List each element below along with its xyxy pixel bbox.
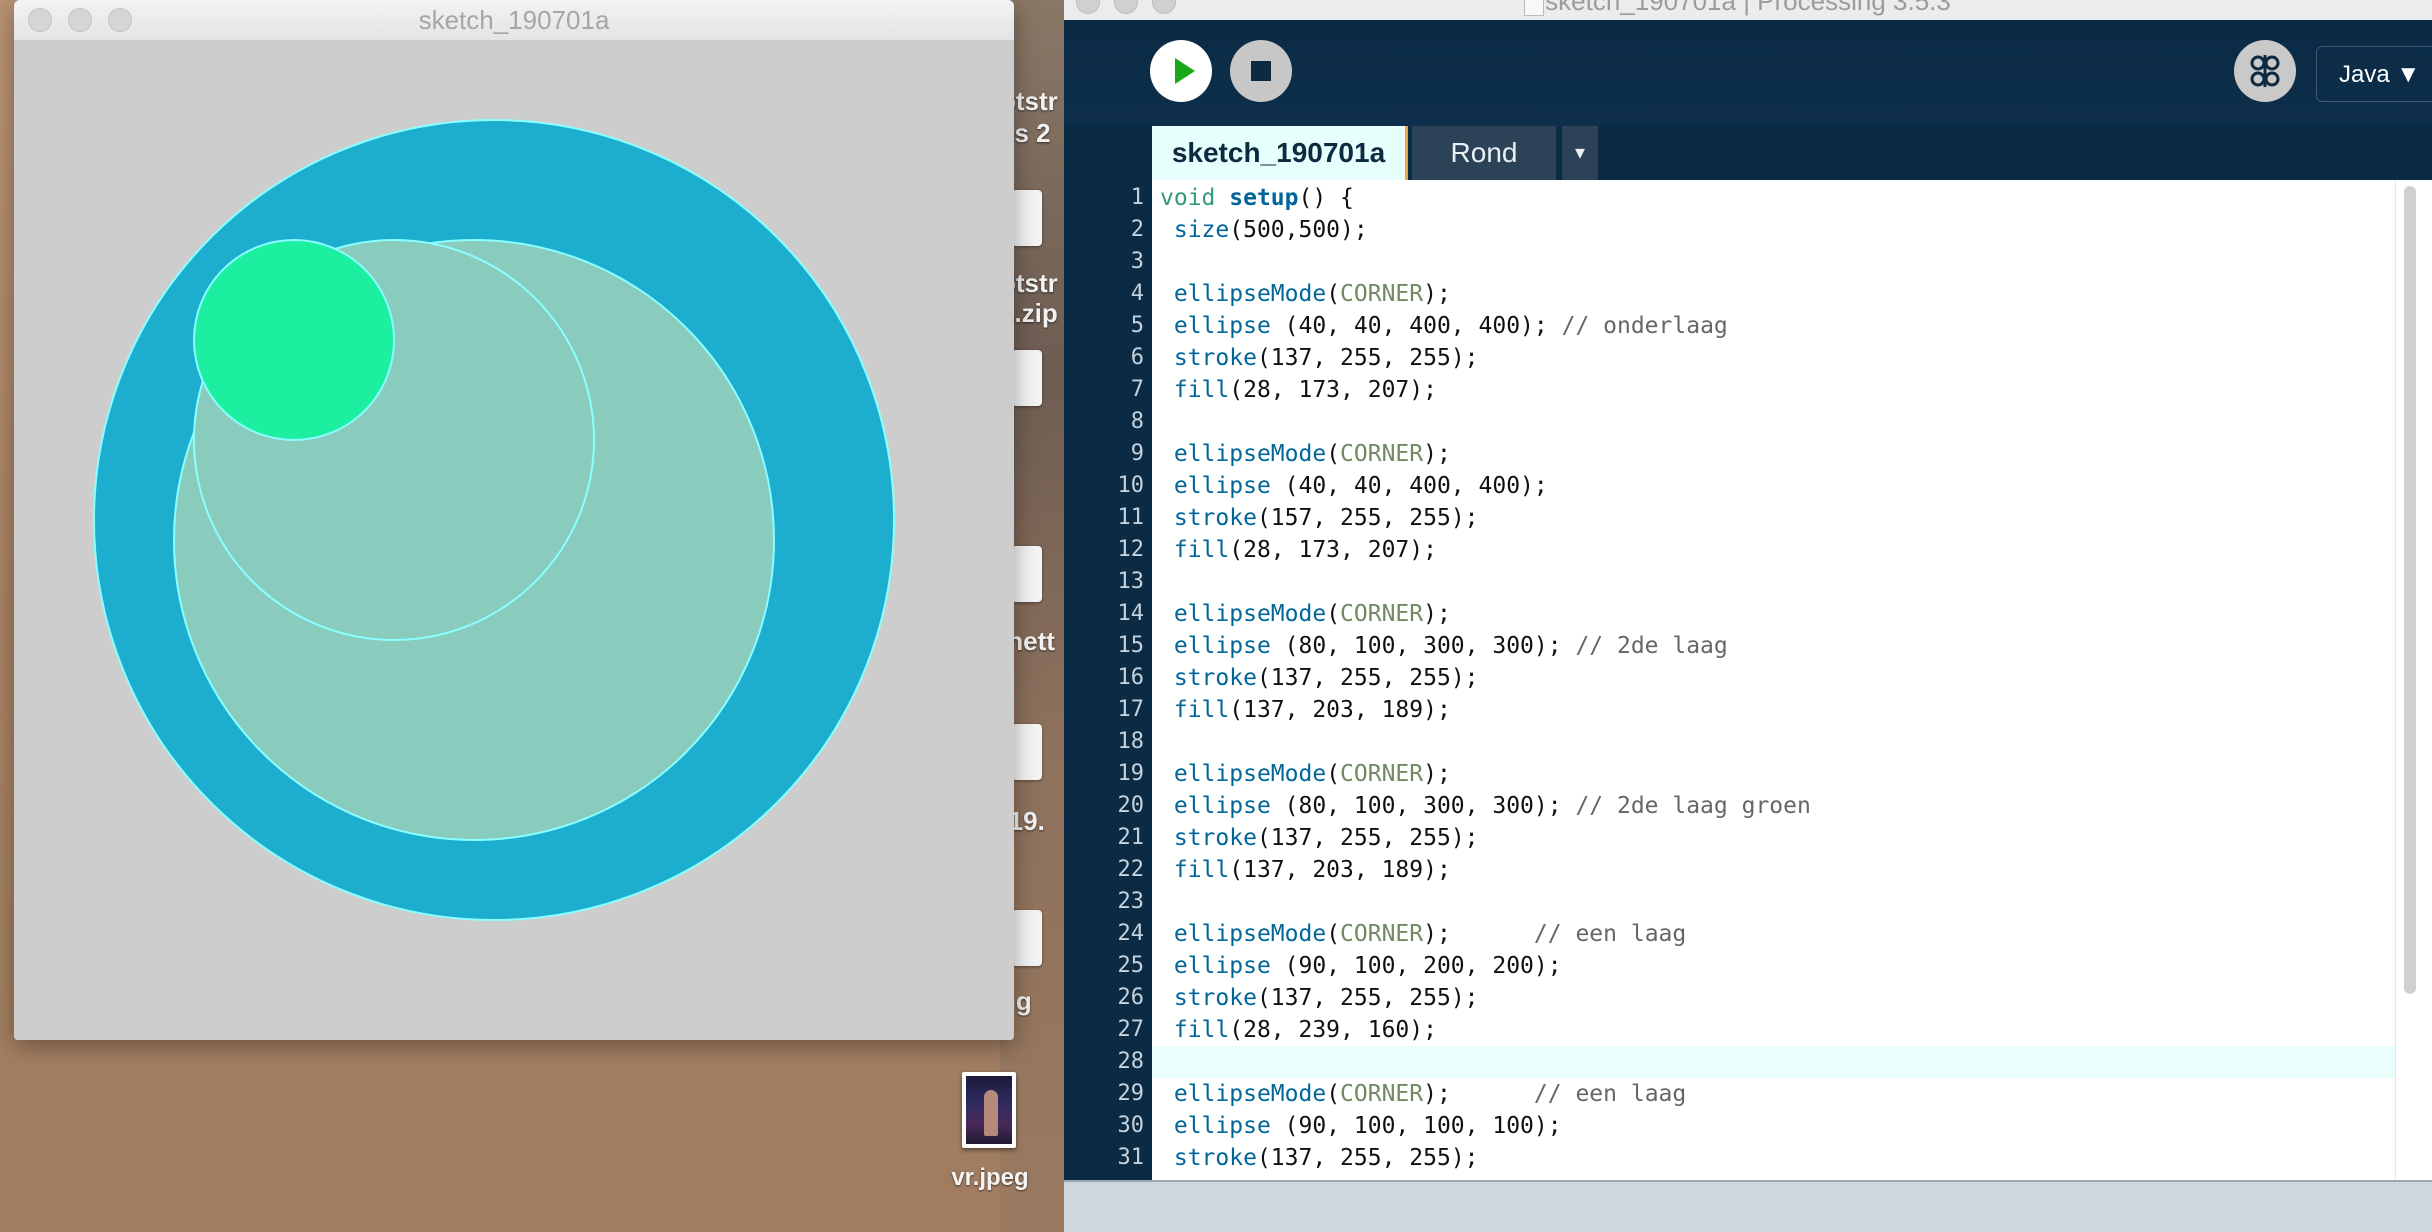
line-number: 1: [1130, 185, 1144, 210]
editor-window-title: sketch_190701a | Processing 3.5.3: [1545, 0, 1951, 16]
code-line[interactable]: ellipseMode(CORNER);: [1160, 598, 1451, 630]
tab-sketch-190701a[interactable]: sketch_190701a: [1152, 126, 1408, 180]
code-line[interactable]: ellipseMode(CORNER);: [1160, 278, 1451, 310]
tab-rond[interactable]: Rond: [1412, 126, 1556, 180]
line-number: 4: [1130, 281, 1144, 306]
line-number: 31: [1117, 1145, 1145, 1170]
editor-toolbar: Java ▼: [1064, 20, 2432, 126]
editor-title-bar[interactable]: sketch_190701a | Processing 3.5.3: [1064, 0, 2432, 20]
code-line[interactable]: fill(137, 203, 189);: [1160, 694, 1451, 726]
line-number: 11: [1117, 505, 1145, 530]
document-icon[interactable]: [1012, 190, 1042, 246]
line-number: 17: [1117, 697, 1145, 722]
file-thumbnail-icon[interactable]: [962, 1072, 1016, 1148]
line-number: 20: [1117, 793, 1145, 818]
line-number: 5: [1130, 313, 1144, 338]
code-line[interactable]: size(500,500);: [1160, 214, 1368, 246]
line-number: 28: [1117, 1049, 1145, 1074]
status-bar: [1064, 1180, 2432, 1232]
line-number: 14: [1117, 601, 1145, 626]
code-line[interactable]: ellipse (80, 100, 300, 300); // 2de laag: [1160, 630, 1728, 662]
line-number: 18: [1117, 729, 1145, 754]
code-line[interactable]: stroke(137, 255, 255);: [1160, 982, 1479, 1014]
document-icon[interactable]: [1012, 724, 1042, 780]
code-line[interactable]: stroke(137, 255, 255);: [1160, 822, 1479, 854]
run-icon: [1175, 58, 1195, 84]
file-label[interactable]: vr.jpeg: [940, 1164, 1040, 1192]
line-number: 12: [1117, 537, 1145, 562]
line-number: 24: [1117, 921, 1145, 946]
code-line[interactable]: ellipseMode(CORNER); // een laag: [1160, 1078, 1686, 1110]
line-number: 25: [1117, 953, 1145, 978]
code-line[interactable]: ellipseMode(CORNER);: [1160, 758, 1451, 790]
vertical-scrollbar[interactable]: [2395, 180, 2432, 1180]
line-number: 23: [1117, 889, 1145, 914]
processing-editor-window: sketch_190701a | Processing 3.5.3 Java ▼…: [1064, 0, 2432, 1232]
code-line[interactable]: stroke(137, 255, 255);: [1160, 1142, 1479, 1174]
document-icon[interactable]: [1012, 350, 1042, 406]
line-number: 3: [1130, 249, 1144, 274]
current-line-highlight: [1152, 1046, 2396, 1078]
code-line[interactable]: ellipse (80, 100, 300, 300); // 2de laag…: [1160, 790, 1811, 822]
code-line[interactable]: fill(137, 203, 189);: [1160, 854, 1451, 886]
line-number: 9: [1130, 441, 1144, 466]
run-button[interactable]: [1150, 40, 1212, 102]
document-icon[interactable]: [1012, 910, 1042, 966]
stop-button[interactable]: [1230, 40, 1292, 102]
line-number: 30: [1117, 1113, 1145, 1138]
thumbnail-figure: [984, 1090, 998, 1136]
thumbnail-image: [966, 1076, 1012, 1144]
line-number: 13: [1117, 569, 1145, 594]
code-line[interactable]: ellipseMode(CORNER);: [1160, 438, 1451, 470]
line-number: 8: [1130, 409, 1144, 434]
code-line[interactable]: fill(28, 173, 207);: [1160, 374, 1437, 406]
line-number: 16: [1117, 665, 1145, 690]
stop-icon: [1251, 61, 1271, 81]
code-line[interactable]: stroke(137, 255, 255);: [1160, 342, 1479, 374]
code-line[interactable]: ellipse (90, 100, 100, 100);: [1160, 1110, 1562, 1142]
line-number: 6: [1130, 345, 1144, 370]
code-line[interactable]: ellipse (40, 40, 400, 400); // onderlaag: [1160, 310, 1728, 342]
sketch-canvas[interactable]: [14, 40, 1014, 1040]
code-line[interactable]: stroke(157, 255, 255);: [1160, 502, 1479, 534]
line-number: 2: [1130, 217, 1144, 242]
line-number: 19: [1117, 761, 1145, 786]
line-number: 29: [1117, 1081, 1145, 1106]
sketch-title-bar[interactable]: sketch_190701a: [14, 0, 1014, 41]
code-text-area[interactable]: void setup() { size(500,500); ellipseMod…: [1152, 180, 2396, 1180]
line-number: 22: [1117, 857, 1145, 882]
code-line[interactable]: ellipseMode(CORNER); // een laag: [1160, 918, 1686, 950]
code-line[interactable]: void setup() {: [1160, 182, 1354, 214]
line-number: 15: [1117, 633, 1145, 658]
code-line[interactable]: ellipse (40, 40, 400, 400);: [1160, 470, 1548, 502]
line-number: 7: [1130, 377, 1144, 402]
code-line[interactable]: fill(28, 173, 207);: [1160, 534, 1437, 566]
line-number: 26: [1117, 985, 1145, 1010]
line-number: 27: [1117, 1017, 1145, 1042]
code-line[interactable]: ellipse (90, 100, 200, 200);: [1160, 950, 1562, 982]
mode-selector[interactable]: Java ▼: [2316, 46, 2432, 102]
code-line[interactable]: stroke(137, 255, 255);: [1160, 662, 1479, 694]
code-editor[interactable]: 1 2 3 4 5 6 7 8 9 10 11 12 13 14 15 16 17 18 19 20 21 22 23 24 2…: [1064, 180, 2432, 1180]
line-number: 10: [1117, 473, 1145, 498]
code-line[interactable]: fill(28, 239, 160);: [1160, 1014, 1437, 1046]
tab-menu-button[interactable]: ▾: [1562, 126, 1598, 180]
sketch-ellipse-4: [193, 239, 395, 441]
sketch-window-title: sketch_190701a: [418, 5, 610, 35]
scrollbar-thumb[interactable]: [2404, 186, 2416, 994]
debug-butterfly-icon: [2250, 55, 2280, 87]
line-number: 21: [1117, 825, 1145, 850]
document-icon[interactable]: [1012, 546, 1042, 602]
debug-button[interactable]: [2234, 40, 2296, 102]
line-number-gutter: 1 2 3 4 5 6 7 8 9 10 11 12 13 14 15 16 17 18 19 20 21 22 23 24 2…: [1064, 180, 1152, 1180]
sketch-window: sketch_190701a: [14, 0, 1014, 1040]
